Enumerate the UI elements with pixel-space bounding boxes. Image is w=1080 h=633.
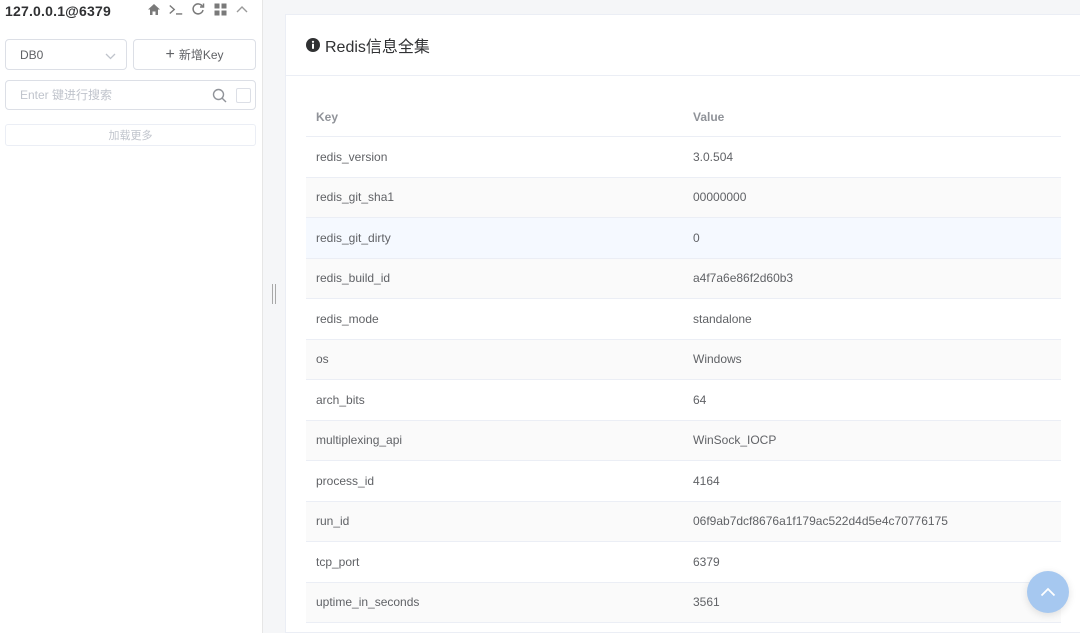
info-table: Key Value redis_version 3.0.504 redis_git_…: [306, 97, 1061, 623]
cell-key: redis_git_sha1: [316, 190, 395, 205]
table-row[interactable]: multiplexing_api WinSock_IOCP: [306, 420, 1061, 461]
exact-search-checkbox[interactable]: [236, 88, 251, 103]
back-to-top-button[interactable]: [1027, 571, 1069, 613]
table-row[interactable]: redis_build_id a4f7a6e86f2d60b3: [306, 258, 1061, 299]
cell-key: arch_bits: [316, 392, 365, 407]
connection-toolbar: [146, 1, 250, 17]
cell-key: multiplexing_api: [316, 433, 403, 448]
key-search-input[interactable]: [6, 88, 201, 102]
info-card: Redis信息全集 Key Value redis_version 3.0.504…: [285, 14, 1080, 633]
search-icon[interactable]: [212, 88, 227, 108]
cell-key: uptime_in_seconds: [316, 595, 420, 610]
cell-key: process_id: [316, 473, 375, 488]
table-row[interactable]: redis_git_sha1 00000000: [306, 177, 1061, 218]
db-select-value: DB0: [20, 47, 44, 62]
add-key-button[interactable]: + 新增Key: [133, 39, 256, 70]
refresh-icon[interactable]: [190, 1, 206, 17]
table-row[interactable]: os Windows: [306, 339, 1061, 380]
cell-value: 06f9ab7dcf8676a1f179ac522d4d5e4c70776175: [693, 514, 948, 529]
cell-key: redis_build_id: [316, 271, 391, 286]
connection-header[interactable]: 127.0.0.1@6379: [5, 0, 260, 22]
table-row[interactable]: run_id 06f9ab7dcf8676a1f179ac522d4d5e4c70…: [306, 501, 1061, 542]
home-icon[interactable]: [146, 1, 162, 17]
cell-value: 00000000: [693, 190, 747, 205]
cell-value: 4164: [693, 473, 720, 488]
main-panel: Redis信息全集 Key Value redis_version 3.0.504…: [285, 0, 1080, 633]
plus-icon: +: [165, 45, 175, 63]
cell-key: run_id: [316, 514, 350, 529]
tab-strip: [285, 0, 1080, 14]
cell-value: 0: [693, 230, 700, 245]
cell-value: standalone: [693, 311, 752, 326]
cell-value: 3.0.504: [693, 149, 734, 164]
cell-value: a4f7a6e86f2d60b3: [693, 271, 794, 286]
page-title: Redis信息全集: [325, 39, 430, 56]
cell-key: os: [316, 352, 329, 367]
splitter-handle-icon[interactable]: [272, 284, 276, 304]
table-row[interactable]: redis_version 3.0.504: [306, 137, 1061, 178]
cell-value: 6379: [693, 554, 720, 569]
grid-icon[interactable]: [212, 1, 228, 17]
table-row[interactable]: redis_git_dirty 0: [306, 218, 1061, 259]
card-header: Redis信息全集: [286, 15, 1080, 76]
table-row[interactable]: process_id 4164: [306, 461, 1061, 502]
pane-splitter[interactable]: [263, 0, 285, 633]
table-row[interactable]: uptime_in_seconds 3561: [306, 582, 1061, 623]
chevron-up-icon: [1040, 587, 1056, 597]
cell-key: tcp_port: [316, 554, 360, 569]
cell-key: redis_git_dirty: [316, 230, 391, 245]
sidebar: 127.0.0.1@6379 DB0 + 新增Key Enter 键进行搜索 加…: [0, 0, 263, 633]
cell-value: WinSock_IOCP: [693, 433, 777, 448]
cell-key: redis_mode: [316, 311, 379, 326]
table-header-row: Key Value: [306, 97, 1061, 137]
table-row[interactable]: tcp_port 6379: [306, 542, 1061, 583]
cell-value: 64: [693, 392, 707, 407]
chevron-down-icon: [105, 49, 116, 63]
cell-value: 3561: [693, 595, 720, 610]
info-icon: [306, 38, 320, 52]
column-header-key[interactable]: Key: [306, 110, 683, 124]
column-header-value[interactable]: Value: [683, 110, 1061, 124]
add-key-label: 新增Key: [178, 48, 224, 62]
db-select[interactable]: DB0: [5, 39, 127, 70]
cell-key: redis_version: [316, 149, 388, 164]
table-row[interactable]: redis_mode standalone: [306, 299, 1061, 340]
terminal-icon[interactable]: [168, 1, 184, 17]
table-row[interactable]: arch_bits 64: [306, 380, 1061, 421]
cell-value: Windows: [693, 352, 742, 367]
key-search-box: [5, 80, 256, 110]
load-more-button[interactable]: 加载更多: [5, 124, 256, 146]
connection-title: 127.0.0.1@6379: [5, 3, 111, 19]
collapse-icon[interactable]: [234, 1, 250, 17]
